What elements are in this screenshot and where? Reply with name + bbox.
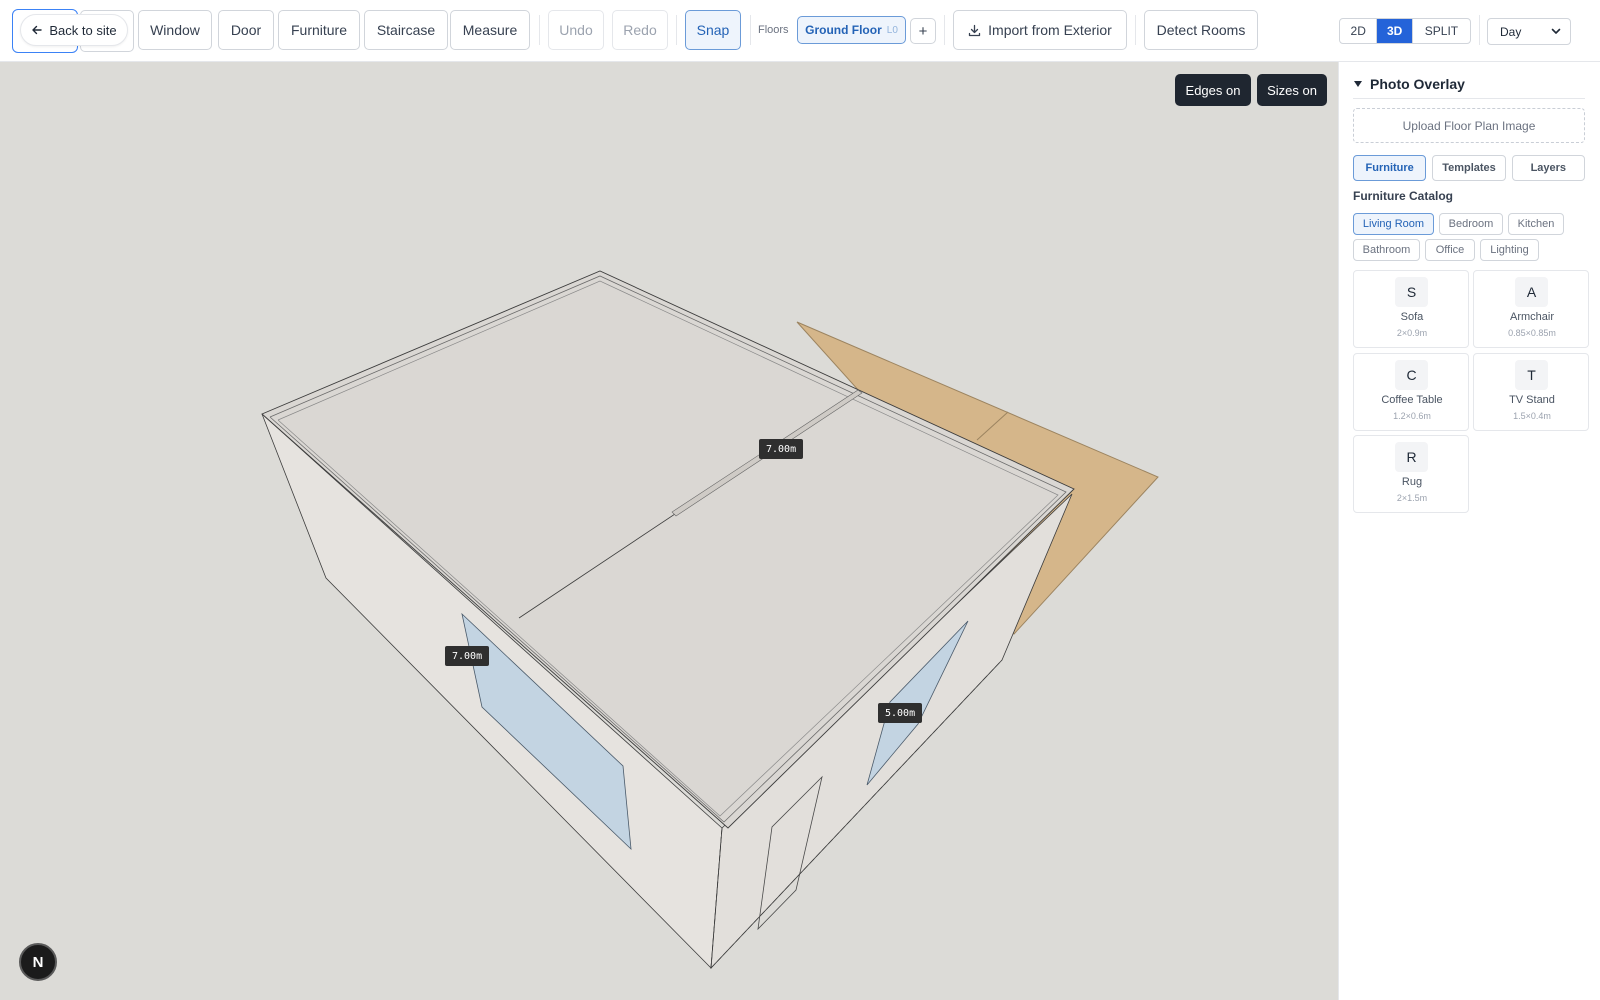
floor-name: Ground Floor [805,23,882,37]
toolbar-divider [1135,15,1136,45]
tab-templates[interactable]: Templates [1432,155,1506,181]
staircase-tool-button[interactable]: Staircase [364,10,448,50]
photo-overlay-toggle[interactable]: Photo Overlay [1353,76,1465,92]
upload-floor-plan-button[interactable]: Upload Floor Plan Image [1353,108,1585,143]
item-name: TV Stand [1509,394,1555,406]
category-living-room[interactable]: Living Room [1353,213,1434,235]
right-side-panel: Photo Overlay Upload Floor Plan Image Fu… [1338,62,1600,1000]
category-bathroom[interactable]: Bathroom [1353,239,1420,261]
redo-button[interactable]: Redo [612,10,668,50]
top-toolbar: Back to site Window Door Furniture Stair… [0,0,1600,62]
furniture-catalog-title: Furniture Catalog [1353,189,1454,203]
floor-selector-chip[interactable]: Ground Floor L0 [797,16,906,44]
item-size: 0.85×0.85m [1508,328,1556,338]
floor-level: L0 [886,24,898,36]
dimension-label: 7.00m [445,646,490,666]
coffee-table-icon: C [1395,360,1428,390]
back-to-site-label: Back to site [49,22,117,38]
back-to-site-button[interactable]: Back to site [20,14,128,46]
view-2d-button[interactable]: 2D [1340,19,1378,43]
edges-toggle-button[interactable]: Edges on [1175,74,1251,106]
toolbar-divider [1479,15,1480,45]
toolbar-divider [676,15,677,45]
3d-viewport[interactable]: Edges on Sizes on 7.00m 7.00m 5.00m N [0,62,1338,1000]
window-tool-button[interactable]: Window [138,10,212,50]
view-split-button[interactable]: SPLIT [1413,19,1470,43]
sizes-toggle-button[interactable]: Sizes on [1257,74,1327,106]
divider [1353,98,1585,99]
item-size: 2×0.9m [1396,328,1428,338]
snap-toggle-button[interactable]: Snap [685,10,741,50]
furniture-item-coffee-table[interactable]: C Coffee Table 1.2×0.6m [1353,353,1469,431]
measure-tool-button[interactable]: Measure [450,10,530,50]
rug-icon: R [1395,442,1428,472]
door-tool-button[interactable]: Door [218,10,274,50]
category-office[interactable]: Office [1425,239,1475,261]
time-of-day-select[interactable]: Day [1487,18,1571,45]
tv-stand-icon: T [1515,360,1548,390]
sofa-icon: S [1395,277,1428,307]
view-3d-button[interactable]: 3D [1377,19,1413,43]
triangle-down-icon [1354,81,1362,87]
furniture-item-rug[interactable]: R Rug 2×1.5m [1353,435,1469,513]
item-name: Rug [1401,476,1423,488]
tab-layers[interactable]: Layers [1511,155,1585,181]
chevron-down-icon [1551,28,1561,34]
toolbar-divider [750,15,751,45]
panel-tabs: Furniture Templates Layers [1353,155,1585,181]
item-name: Armchair [1509,311,1554,323]
tab-furniture[interactable]: Furniture [1353,155,1427,181]
item-name: Sofa [1400,311,1424,323]
toolbar-divider [944,15,945,45]
item-size: 1.2×0.6m [1393,411,1431,421]
dimension-label: 7.00m [759,439,804,459]
floors-label: Floors [758,24,789,36]
armchair-icon: A [1515,277,1548,307]
furniture-item-tv-stand[interactable]: T TV Stand 1.5×0.4m [1473,353,1589,431]
time-of-day-value: Day [1500,24,1522,39]
building-3d-scene[interactable] [0,62,1338,1000]
import-from-exterior-button[interactable]: Import from Exterior [953,10,1127,50]
furniture-item-sofa[interactable]: S Sofa 2×0.9m [1353,270,1469,348]
furniture-item-armchair[interactable]: A Armchair 0.85×0.85m [1473,270,1589,348]
import-label: Import from Exterior [988,22,1112,38]
nextjs-dev-badge[interactable]: N [19,943,57,981]
item-size: 1.5×0.4m [1513,411,1551,421]
detect-rooms-button[interactable]: Detect Rooms [1144,10,1258,50]
furniture-tool-button[interactable]: Furniture [278,10,360,50]
category-bedroom[interactable]: Bedroom [1439,213,1503,235]
add-floor-button[interactable]: + [910,18,936,44]
arrow-left-icon [32,25,43,35]
category-kitchen[interactable]: Kitchen [1508,213,1564,235]
undo-button[interactable]: Undo [548,10,604,50]
category-lighting[interactable]: Lighting [1480,239,1539,261]
photo-overlay-title: Photo Overlay [1370,76,1465,92]
item-size: 2×1.5m [1396,493,1428,503]
toolbar-divider [539,15,540,45]
view-mode-group: 2D 3D SPLIT [1339,18,1471,44]
dimension-label: 5.00m [878,703,923,723]
download-icon [968,24,981,36]
item-name: Coffee Table [1381,394,1443,406]
